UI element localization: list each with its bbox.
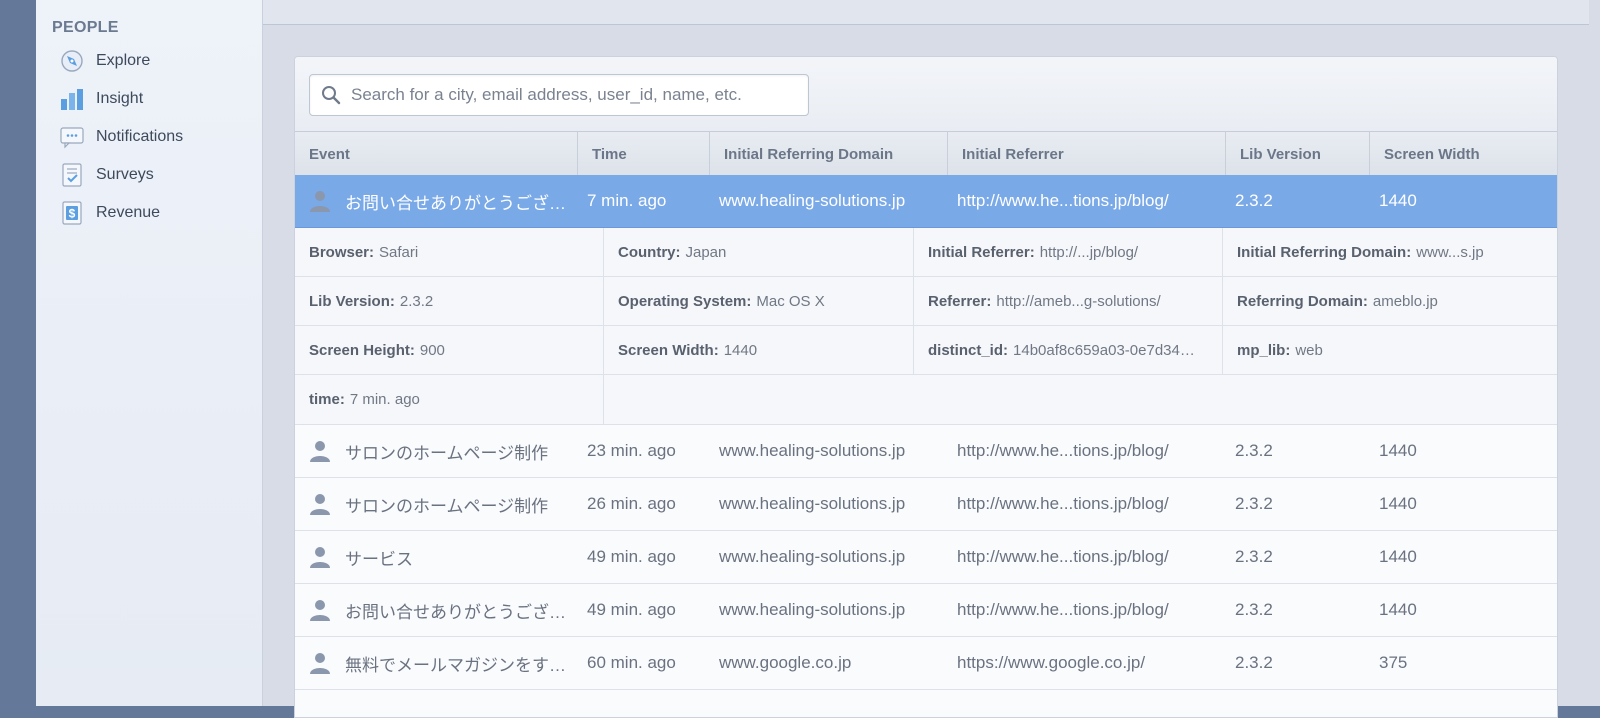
person-icon <box>309 190 331 212</box>
detail-time: time: 7 min. ago <box>295 375 604 424</box>
cell-event: お問い合せありがとうござ… <box>345 602 566 622</box>
table-row-selected[interactable]: お問い合せありがとうござ… 7 min. ago www.healing-sol… <box>295 175 1557 228</box>
cell-domain: www.healing-solutions.jp <box>719 494 906 513</box>
column-header-time[interactable]: Time <box>578 132 710 176</box>
cell-lib-version: 2.3.2 <box>1235 441 1273 460</box>
person-icon <box>309 599 331 621</box>
cell-event: サロンのホームページ制作 <box>345 496 549 516</box>
cell-time: 26 min. ago <box>587 494 676 513</box>
table-row[interactable]: 無料でメールマガジンをす… 60 min. ago www.google.co.… <box>295 637 1557 690</box>
sidebar-item-notifications[interactable]: Notifications <box>60 120 250 154</box>
cell-referrer: http://www.he...tions.jp/blog/ <box>957 191 1169 210</box>
sidebar-item-label: Insight <box>96 90 144 107</box>
chat-bubble-icon <box>60 125 84 149</box>
sidebar-item-explore[interactable]: Explore <box>60 44 250 78</box>
cell-lib-version: 2.3.2 <box>1235 494 1273 513</box>
cell-time: 49 min. ago <box>587 547 676 566</box>
cell-referrer: https://www.google.co.jp/ <box>957 653 1146 672</box>
detail-row: time: 7 min. ago <box>295 375 1557 425</box>
sidebar-item-label: Revenue <box>96 204 161 221</box>
cell-time: 49 min. ago <box>587 600 676 619</box>
sidebar-item-label: Notifications <box>96 128 184 145</box>
dollar-icon: $ <box>60 201 84 225</box>
table-row[interactable]: サロンのホームページ制作 26 min. ago www.healing-sol… <box>295 478 1557 531</box>
cell-screen-width: 375 <box>1379 653 1408 672</box>
cell-event: サービス <box>345 549 413 569</box>
search-box[interactable] <box>309 74 809 116</box>
cell-referrer: http://www.he...tions.jp/blog/ <box>957 547 1169 566</box>
person-icon <box>309 440 331 462</box>
detail-row: Lib Version: 2.3.2 Operating System: Mac O… <box>295 277 1557 326</box>
search-input[interactable] <box>349 84 793 106</box>
cell-referrer: http://www.he...tions.jp/blog/ <box>957 600 1169 619</box>
events-panel: Event Time Initial Referring Domain Init… <box>294 56 1558 718</box>
cell-event: お問い合せありがとうござ… <box>345 193 566 213</box>
column-header-event[interactable]: Event <box>295 132 578 176</box>
table-header: Event Time Initial Referring Domain Init… <box>295 131 1557 177</box>
cell-time: 60 min. ago <box>587 653 676 672</box>
cell-domain: www.healing-solutions.jp <box>719 547 906 566</box>
column-header-initial-referrer[interactable]: Initial Referrer <box>948 132 1226 176</box>
cell-screen-width: 1440 <box>1379 547 1417 566</box>
person-icon <box>309 546 331 568</box>
sidebar-item-revenue[interactable]: $ Revenue <box>60 196 250 230</box>
cell-screen-width: 1440 <box>1379 441 1417 460</box>
cell-referrer: http://www.he...tions.jp/blog/ <box>957 494 1169 513</box>
bar-chart-icon <box>60 87 84 111</box>
detail-browser: Browser: Safari <box>295 228 604 276</box>
cell-domain: www.google.co.jp <box>719 653 852 672</box>
sidebar-item-label: Surveys <box>96 166 154 183</box>
table-row[interactable]: お問い合せありがとうござ… 49 min. ago www.healing-so… <box>295 584 1557 637</box>
cell-screen-width: 1440 <box>1379 600 1417 619</box>
sidebar-item-surveys[interactable]: Surveys <box>60 158 250 192</box>
cell-time: 7 min. ago <box>587 191 667 210</box>
table-row[interactable]: サロンのホームページ制作 23 min. ago www.healing-sol… <box>295 425 1557 478</box>
search-icon <box>321 85 341 105</box>
cell-domain: www.healing-solutions.jp <box>719 441 906 460</box>
svg-text:$: $ <box>69 207 76 221</box>
top-bar <box>263 0 1589 25</box>
person-icon <box>309 493 331 515</box>
sidebar-item-insight[interactable]: Insight <box>60 82 250 116</box>
cell-event: 無料でメールマガジンをす… <box>345 655 566 675</box>
checklist-icon <box>60 163 84 187</box>
detail-initial-referrer: Initial Referrer: http://...jp/blog/ <box>914 228 1223 276</box>
cell-screen-width: 1440 <box>1379 191 1417 210</box>
detail-screen-width: Screen Width: 1440 <box>604 326 914 374</box>
cell-lib-version: 2.3.2 <box>1235 191 1273 210</box>
main-content: Event Time Initial Referring Domain Init… <box>263 0 1600 718</box>
detail-referring-domain: Referring Domain: ameblo.jp <box>1237 292 1438 310</box>
cell-screen-width: 1440 <box>1379 494 1417 513</box>
detail-initial-referring-domain: Initial Referring Domain: www...s.jp <box>1237 243 1484 261</box>
column-header-initial-referring-domain[interactable]: Initial Referring Domain <box>710 132 948 176</box>
cell-referrer: http://www.he...tions.jp/blog/ <box>957 441 1169 460</box>
cell-lib-version: 2.3.2 <box>1235 547 1273 566</box>
cell-domain: www.healing-solutions.jp <box>719 600 906 619</box>
compass-icon <box>60 49 84 73</box>
table-row[interactable]: サービス 49 min. ago www.healing-solutions.j… <box>295 531 1557 584</box>
sidebar-item-label: Explore <box>96 52 151 69</box>
detail-lib-version: Lib Version: 2.3.2 <box>295 277 604 325</box>
column-header-screen-width[interactable]: Screen Width <box>1370 132 1557 176</box>
column-header-lib-version[interactable]: Lib Version <box>1226 132 1370 176</box>
sidebar: PEOPLE Explore Insight Notifications Sur… <box>36 0 263 706</box>
detail-operating-system: Operating System: Mac OS X <box>604 277 914 325</box>
detail-row: Screen Height: 900 Screen Width: 1440 dist… <box>295 326 1557 375</box>
person-icon <box>309 652 331 674</box>
cell-domain: www.healing-solutions.jp <box>719 191 906 210</box>
detail-referrer: Referrer: http://ameb...g-solutions/ <box>914 277 1223 325</box>
cell-event: サロンのホームページ制作 <box>345 443 549 463</box>
cell-time: 23 min. ago <box>587 441 676 460</box>
detail-mp-lib: mp_lib: web <box>1237 341 1323 359</box>
search-area <box>295 57 1557 131</box>
detail-row: Browser: Safari Country: Japan Initial Ref… <box>295 228 1557 277</box>
detail-distinct-id: distinct_id: 14b0af8c659a03-0e7d34… <box>914 326 1223 374</box>
sidebar-heading: PEOPLE <box>52 19 119 36</box>
detail-country: Country: Japan <box>604 228 914 276</box>
cell-lib-version: 2.3.2 <box>1235 653 1273 672</box>
cell-lib-version: 2.3.2 <box>1235 600 1273 619</box>
detail-screen-height: Screen Height: 900 <box>295 326 604 374</box>
